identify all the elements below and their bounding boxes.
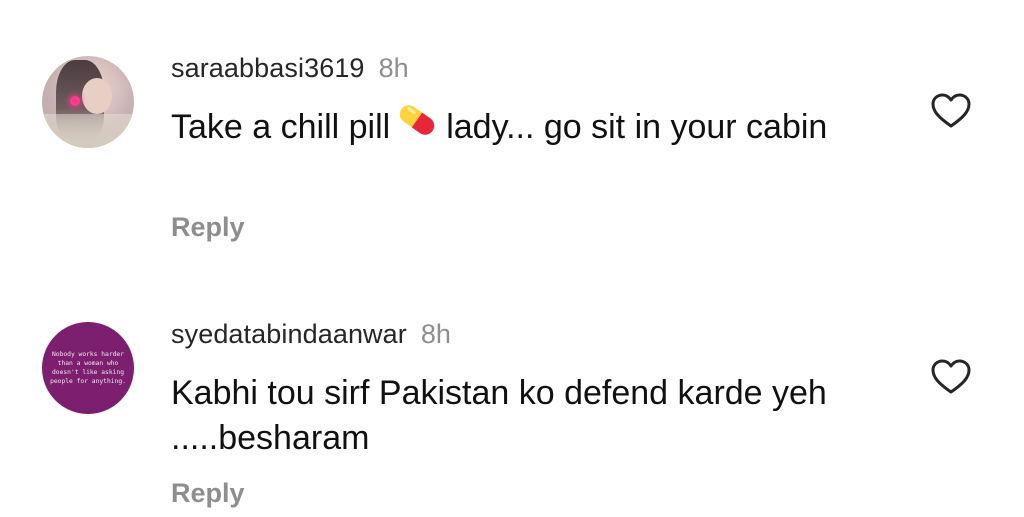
avatar-background xyxy=(42,114,134,148)
comment-header: saraabbasi3619 8h xyxy=(171,53,409,84)
comment-item: Nobody works harder than a woman who doe… xyxy=(0,266,1024,517)
avatar[interactable] xyxy=(42,56,134,148)
reply-button[interactable]: Reply xyxy=(171,212,245,243)
timestamp: 8h xyxy=(378,53,409,83)
heart-outline-icon[interactable] xyxy=(930,358,972,396)
avatar[interactable]: Nobody works harder than a woman who doe… xyxy=(42,322,134,414)
heart-outline-icon[interactable] xyxy=(930,92,972,130)
timestamp: 8h xyxy=(420,319,451,349)
avatar-face xyxy=(82,78,112,114)
comment-text-part: Take a chill pill xyxy=(171,108,391,146)
comment-text-part: lady... go sit in your cabin xyxy=(446,108,828,146)
username[interactable]: syedatabindaanwar xyxy=(171,319,407,350)
username[interactable]: saraabbasi3619 xyxy=(171,53,365,84)
pill-icon xyxy=(394,100,440,152)
comment-text: Take a chill pill lady... go sit in your… xyxy=(171,105,871,152)
reply-button[interactable]: Reply xyxy=(171,478,245,509)
comment-item: saraabbasi3619 8h Take a chill pill lady… xyxy=(0,0,1024,260)
comment-text: Kabhi tou sirf Pakistan ko defend karde … xyxy=(171,374,827,457)
comment-header: syedatabindaanwar 8h xyxy=(171,319,451,350)
avatar-sparkle xyxy=(70,96,80,106)
avatar-quote-text: Nobody works harder than a woman who doe… xyxy=(50,351,126,385)
